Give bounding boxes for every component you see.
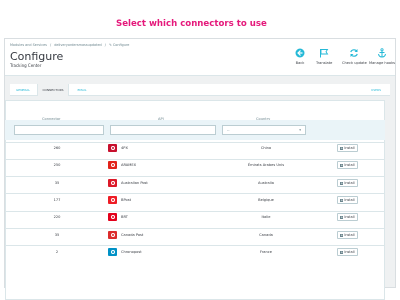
- connector-id: 35: [54, 180, 60, 185]
- manage-hooks-button[interactable]: Manage hooks: [369, 48, 395, 65]
- install-label: Install: [344, 249, 355, 254]
- promo-caption: Select which connectors to use: [116, 19, 267, 29]
- install-label: Install: [344, 146, 355, 150]
- page-header: Modules and Services / deliveryordersmas…: [5, 39, 395, 76]
- connector-country: Italie: [261, 215, 271, 220]
- connector-name: Canada Post: [121, 232, 144, 237]
- plus-icon: +: [340, 146, 344, 150]
- connector-name: Chronopost: [121, 249, 142, 254]
- back-label: Back: [295, 61, 305, 65]
- plus-icon: +: [340, 249, 344, 254]
- country-select-value: --: [227, 128, 230, 132]
- carrier-logo-mark: [110, 163, 115, 168]
- install-button[interactable]: +Install: [337, 247, 358, 256]
- carrier-logo-mark: [110, 249, 115, 254]
- connector-country: Belgique: [258, 197, 274, 202]
- connector-name: 4PX: [121, 146, 128, 150]
- translate-label: Translate: [316, 61, 333, 65]
- carrier-logo-icon: [108, 144, 117, 152]
- country-filter-select[interactable]: -- ▾: [222, 125, 306, 135]
- connector-country: Canada: [259, 232, 273, 237]
- row-divider: [5, 245, 385, 247]
- connector-id: 260: [53, 146, 61, 150]
- connector-country: China: [260, 146, 272, 150]
- carrier-logo-icon: [108, 247, 117, 256]
- row-divider: [5, 141, 385, 143]
- plus-icon: +: [340, 215, 344, 220]
- connector-country: Australia: [258, 180, 274, 185]
- carrier-logo-icon: [108, 178, 117, 187]
- connector-id: 250: [53, 163, 61, 168]
- tab-users[interactable]: USERS: [364, 84, 388, 96]
- carrier-logo-mark: [110, 180, 115, 185]
- install-button[interactable]: +Install: [337, 213, 358, 222]
- carrier-logo-icon: [108, 213, 117, 222]
- check-update-label: Check update: [342, 61, 367, 65]
- breadcrumb-separator: /: [104, 43, 106, 47]
- install-button[interactable]: +Install: [337, 144, 358, 152]
- connector-country: France: [260, 249, 272, 254]
- check-update-button[interactable]: Check update: [342, 48, 367, 65]
- connector-name: Australian Post: [121, 180, 148, 185]
- connector-id: 2: [55, 249, 59, 254]
- install-label: Install: [344, 215, 355, 220]
- plus-icon: +: [340, 197, 344, 202]
- back-button[interactable]: Back: [295, 48, 305, 65]
- breadcrumb-configure: ✎ Configure: [109, 43, 130, 47]
- breadcrumb: Modules and Services / deliveryordersmas…: [10, 43, 131, 47]
- row-divider: [5, 228, 385, 229]
- breadcrumb-separator: /: [50, 43, 52, 47]
- page-subtitle: Tracking Center: [10, 63, 42, 68]
- install-button[interactable]: +Install: [337, 195, 358, 204]
- install-button[interactable]: +Install: [337, 178, 358, 187]
- connector-name: ARAMEX: [121, 163, 137, 168]
- plus-icon: +: [340, 163, 344, 168]
- back-arrow-icon: [295, 48, 305, 58]
- flag-icon: [320, 49, 329, 58]
- install-label: Install: [344, 232, 355, 237]
- connector-id: 177: [53, 197, 61, 202]
- install-label: Install: [344, 180, 355, 185]
- translate-button[interactable]: Translate: [316, 48, 332, 65]
- tab-connectors[interactable]: CONNECTORS: [37, 84, 69, 96]
- install-label: Install: [344, 197, 355, 202]
- row-divider: [5, 210, 385, 212]
- connector-id: 220: [53, 215, 61, 220]
- carrier-logo-mark: [110, 146, 115, 150]
- row-divider: [5, 158, 385, 160]
- connector-id: 35: [54, 232, 60, 237]
- carrier-logo-mark: [110, 197, 115, 202]
- connector-filter-input[interactable]: [14, 125, 104, 135]
- plus-icon: +: [340, 180, 344, 185]
- manage-hooks-label: Manage hooks: [369, 61, 396, 65]
- refresh-icon: [350, 49, 359, 57]
- breadcrumb-modules[interactable]: Modules and Services: [10, 43, 47, 47]
- carrier-logo-icon: [108, 161, 117, 170]
- anchor-icon: [378, 48, 387, 58]
- carrier-logo-mark: [110, 215, 115, 220]
- tab-general[interactable]: GENERAL: [10, 84, 36, 96]
- tab-email[interactable]: EMAIL: [71, 84, 93, 96]
- breadcrumb-module[interactable]: deliveryordersmassupdated: [54, 43, 101, 47]
- install-label: Install: [344, 163, 355, 168]
- tab-bar: GENERAL CONNECTORS EMAIL USERS: [10, 84, 390, 96]
- carrier-logo-icon: [108, 195, 117, 204]
- row-divider: [5, 193, 385, 195]
- install-button[interactable]: +Install: [337, 230, 358, 239]
- connector-name: BPost: [121, 197, 131, 202]
- chevron-down-icon: ▾: [299, 128, 301, 132]
- page-title: Configure: [10, 50, 64, 63]
- row-divider: [5, 176, 385, 178]
- carrier-logo-mark: [110, 232, 115, 237]
- api-filter-input[interactable]: [110, 125, 216, 135]
- install-button[interactable]: +Install: [337, 161, 358, 170]
- connector-country: Émirats Arabes Unis: [247, 163, 285, 168]
- plus-icon: +: [340, 232, 344, 237]
- connector-name: BRT: [121, 215, 128, 220]
- carrier-logo-icon: [108, 230, 117, 239]
